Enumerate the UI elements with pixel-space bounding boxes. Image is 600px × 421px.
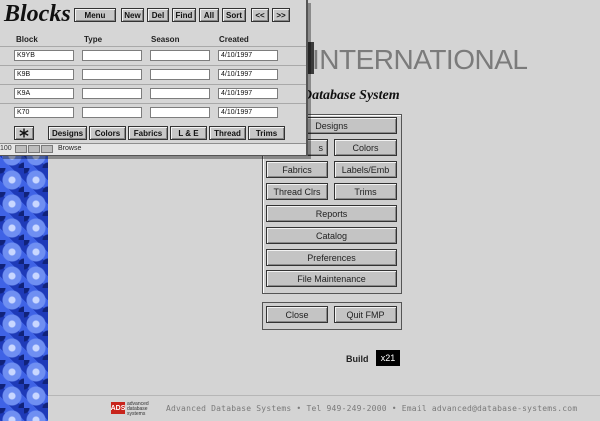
type-field[interactable] xyxy=(82,107,142,118)
thread-clrs-button[interactable]: Thread Clrs xyxy=(266,183,328,200)
tab-thread[interactable]: Thread xyxy=(209,126,246,140)
block-field[interactable]: K9B xyxy=(14,69,74,80)
close-button[interactable]: Close xyxy=(266,306,328,323)
company-logo-text: advanced database systems xyxy=(127,401,149,417)
created-field[interactable]: 4/10/1997 xyxy=(218,69,278,80)
type-field[interactable] xyxy=(82,50,142,61)
catalog-button[interactable]: Catalog xyxy=(266,227,397,244)
mode-indicator[interactable]: Browse xyxy=(58,145,81,152)
status-bar: 100 Browse xyxy=(0,143,306,155)
tab-designs[interactable]: Designs xyxy=(48,126,87,140)
menu-button[interactable]: Menu xyxy=(74,8,116,22)
sort-button[interactable]: Sort xyxy=(222,8,246,22)
labels-emb-button[interactable]: Labels/Emb xyxy=(334,161,397,178)
tab-trims[interactable]: Trims xyxy=(248,126,285,140)
table-row[interactable]: K9YB 4/10/1997 xyxy=(0,46,306,66)
block-field[interactable]: K9A xyxy=(14,88,74,99)
brand-title: INTERNATIONAL xyxy=(312,44,528,75)
window-title: Blocks xyxy=(4,1,71,27)
reports-button[interactable]: Reports xyxy=(266,205,397,222)
next-record-button[interactable]: >> xyxy=(272,8,290,22)
show-all-button[interactable]: All xyxy=(199,8,219,22)
table-row[interactable]: K9A 4/10/1997 xyxy=(0,84,306,104)
footer-divider xyxy=(48,395,600,396)
colors-button[interactable]: Colors xyxy=(334,139,397,156)
tab-fabrics[interactable]: Fabrics xyxy=(128,126,168,140)
zoom-in-icon[interactable] xyxy=(28,145,40,153)
column-header-type: Type xyxy=(84,35,103,44)
previous-record-button[interactable]: << xyxy=(251,8,269,22)
quit-fmp-button[interactable]: Quit FMP xyxy=(334,306,397,323)
find-button[interactable]: Find xyxy=(172,8,196,22)
file-maintenance-button[interactable]: File Maintenance xyxy=(266,270,397,287)
season-field[interactable] xyxy=(150,69,210,80)
build-value: x21 xyxy=(376,350,400,366)
company-logo: ADS xyxy=(111,402,125,414)
table-row[interactable]: K70 4/10/1997 xyxy=(0,103,306,123)
app-subtitle: Database System xyxy=(302,88,400,103)
asterisk-glyph xyxy=(19,128,29,138)
tab-le[interactable]: L & E xyxy=(170,126,207,140)
new-record-button[interactable]: New xyxy=(121,8,144,22)
fabrics-button[interactable]: Fabrics xyxy=(266,161,328,178)
preferences-button[interactable]: Preferences xyxy=(266,249,397,266)
season-field[interactable] xyxy=(150,50,210,61)
created-field[interactable]: 4/10/1997 xyxy=(218,50,278,61)
season-field[interactable] xyxy=(150,107,210,118)
footer-contact: Advanced Database Systems • Tel 949-249-… xyxy=(166,404,578,413)
created-field[interactable]: 4/10/1997 xyxy=(218,88,278,99)
delete-record-button[interactable]: Del xyxy=(147,8,169,22)
table-row[interactable]: K9B 4/10/1997 xyxy=(0,65,306,85)
asterisk-icon[interactable] xyxy=(14,126,34,140)
type-field[interactable] xyxy=(82,88,142,99)
column-header-block: Block xyxy=(16,35,38,44)
created-field[interactable]: 4/10/1997 xyxy=(218,107,278,118)
block-field[interactable]: K70 xyxy=(14,107,74,118)
blocks-window: Blocks Menu New Del Find All Sort << >> … xyxy=(0,0,308,156)
zoom-level: 100 xyxy=(0,145,12,152)
block-field[interactable]: K9YB xyxy=(14,50,74,61)
trims-button[interactable]: Trims xyxy=(334,183,397,200)
column-header-created: Created xyxy=(219,35,249,44)
zoom-out-icon[interactable] xyxy=(15,145,27,153)
type-field[interactable] xyxy=(82,69,142,80)
season-field[interactable] xyxy=(150,88,210,99)
tab-colors[interactable]: Colors xyxy=(89,126,126,140)
build-label: Build xyxy=(346,354,369,364)
status-area-toggle-icon[interactable] xyxy=(41,145,53,153)
column-header-season: Season xyxy=(151,35,180,44)
